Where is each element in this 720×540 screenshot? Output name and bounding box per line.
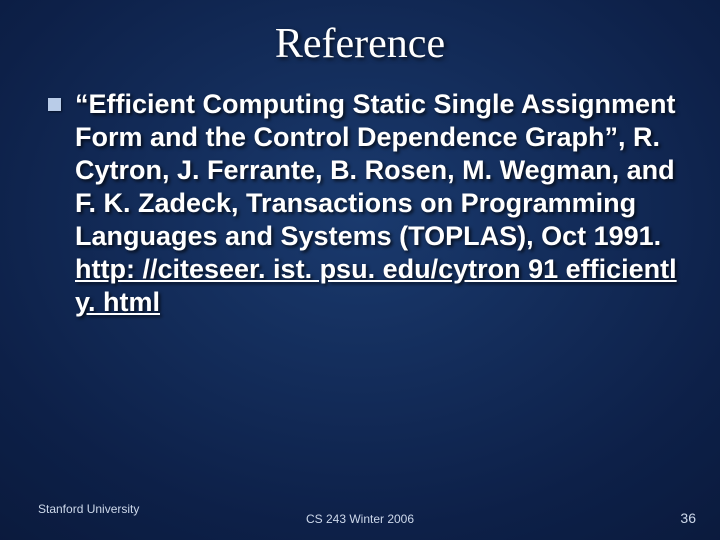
slide-content: “Efficient Computing Static Single Assig…	[0, 88, 720, 319]
square-bullet-icon	[48, 98, 61, 111]
reference-text: “Efficient Computing Static Single Assig…	[75, 89, 676, 251]
footer-page-number: 36	[680, 510, 696, 526]
slide-title: Reference	[0, 0, 720, 88]
footer-left: Stanford University	[38, 502, 139, 516]
bullet-text: “Efficient Computing Static Single Assig…	[75, 88, 682, 319]
reference-link[interactable]: http: //citeseer. ist. psu. edu/cytron 9…	[75, 254, 677, 317]
footer-center: CS 243 Winter 2006	[306, 512, 414, 526]
bullet-item: “Efficient Computing Static Single Assig…	[48, 88, 682, 319]
